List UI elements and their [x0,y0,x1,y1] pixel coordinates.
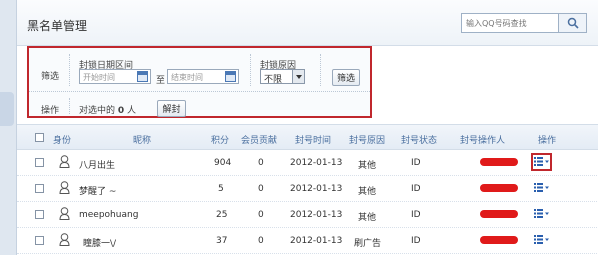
nickname: 梦醒了 ~ [79,187,117,197]
col-nickname: 昵称 [133,136,152,146]
row-checkbox[interactable] [35,236,44,245]
nickname: 瞳膝一\/ [83,239,117,249]
divider [320,54,321,86]
date-to-label: 至 [156,76,166,86]
filter-button[interactable]: 筛选 [332,69,360,86]
page-title: 黑名单管理 [27,19,88,33]
col-ban-time: 封号时间 [295,136,332,146]
contribution: 0 [258,158,264,168]
ban-time: 2012-01-13 [290,158,343,168]
divider [250,54,251,86]
selected-prefix: 对选中的 [79,106,116,116]
col-operator: 封号操作人 [460,136,506,146]
points: 25 [216,210,228,220]
redacted-operator [480,210,518,218]
user-avatar-icon [59,155,70,168]
ban-reason-value: 不限 [264,75,283,85]
ban-status: ID [411,236,421,246]
col-action: 操作 [538,136,557,146]
search-icon [567,17,579,29]
table-row: 瞳膝一\/ 37 0 2012-01-13 刷广告 ID [17,228,598,254]
unblock-button[interactable]: 解封 [157,100,186,117]
ban-status: ID [411,210,421,220]
redacted-operator [480,158,518,166]
redacted-operator [480,236,518,244]
calendar-icon[interactable] [137,71,148,82]
ban-reason: 其他 [358,161,377,171]
redacted-operator [480,184,518,192]
table-header: 身份 昵称 积分 会员贡献 封号时间 封号原因 封号状态 封号操作人 操作 [17,124,598,150]
row-checkbox[interactable] [35,158,44,167]
calendar-icon[interactable] [225,71,236,82]
ban-reason: 其他 [358,187,377,197]
end-date-input[interactable]: 结束时间 [167,69,239,84]
ban-reason: 其他 [358,213,377,223]
user-avatar-icon [59,207,70,220]
user-avatar-icon [59,181,70,194]
col-ban-status: 封号状态 [401,136,438,146]
left-sidebar-strip [0,0,16,255]
filter-box: 筛选 封锁日期区间 开始时间 至 结束时间 封锁原因 不限 筛选 操作 对选中的… [27,46,372,118]
search-input[interactable] [462,14,558,32]
search-box [461,13,587,33]
contribution: 0 [258,184,264,194]
list-menu-icon[interactable] [534,182,550,193]
list-menu-icon[interactable] [534,208,550,219]
table-row: 八月出生 904 0 2012-01-13 其他 ID [17,150,598,176]
user-avatar-icon [59,233,70,246]
points: 5 [218,184,224,194]
list-menu-icon[interactable] [534,156,550,167]
nickname: meepohuang [79,210,139,220]
ban-time: 2012-01-13 [290,184,343,194]
table-row: 梦醒了 ~ 5 0 2012-01-13 其他 ID [17,176,598,202]
col-contribution: 会员贡献 [241,136,278,146]
selected-suffix: 人 [127,106,137,116]
selected-count: 0 [117,106,125,116]
search-button[interactable] [558,14,586,32]
ban-time: 2012-01-13 [290,236,343,246]
ban-status: ID [411,184,421,194]
points: 904 [214,158,232,168]
start-date-placeholder: 开始时间 [83,73,115,82]
row-checkbox[interactable] [35,184,44,193]
divider [69,54,70,86]
end-date-placeholder: 结束时间 [171,73,203,82]
ban-reason: 刷广告 [354,239,382,249]
points: 37 [216,236,228,246]
col-points: 积分 [211,136,230,146]
select-all-checkbox[interactable] [35,133,44,142]
divider [69,98,70,114]
col-identity: 身份 [53,136,72,146]
contribution: 0 [258,210,264,220]
operation-label: 操作 [41,106,60,116]
list-menu-icon[interactable] [534,234,550,245]
table-row: meepohuang 25 0 2012-01-13 其他 ID [17,202,598,228]
blacklist-panel: 黑名单管理 筛选 封锁日期区间 开始时间 至 结束时间 封锁原因 [16,0,598,255]
ban-reason-select[interactable]: 不限 [260,69,305,85]
start-date-input[interactable]: 开始时间 [79,69,151,84]
selected-count-text: 对选中的 0 人 [79,103,136,116]
filter-label: 筛选 [41,72,60,82]
contribution: 0 [258,236,264,246]
row-checkbox[interactable] [35,210,44,219]
nickname: 八月出生 [79,161,116,171]
panel-header: 黑名单管理 [17,0,598,46]
ban-status: ID [411,158,421,168]
sidebar-collapse-tab[interactable] [0,92,14,126]
ban-time: 2012-01-13 [290,210,343,220]
chevron-down-icon [292,70,304,83]
col-ban-reason: 封号原因 [349,136,386,146]
filter-row: 筛选 封锁日期区间 开始时间 至 结束时间 封锁原因 不限 筛选 [29,48,370,92]
